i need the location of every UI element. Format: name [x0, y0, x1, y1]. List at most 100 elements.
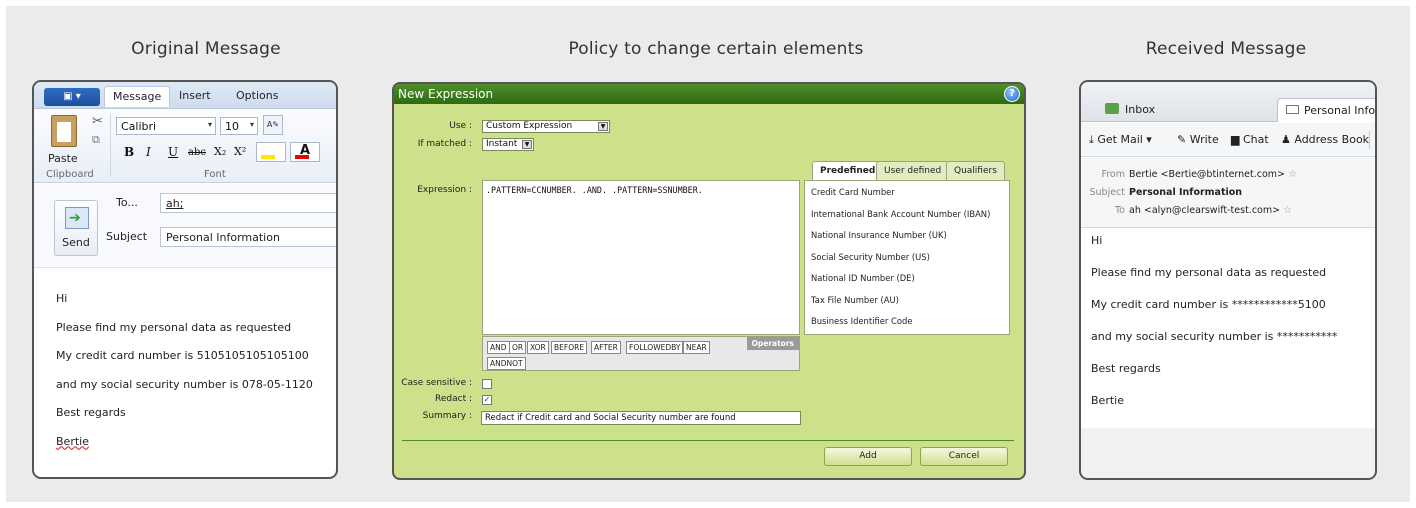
- message-header: From Bertie <Bertie@btinternet.com> ☆ Su…: [1081, 158, 1375, 228]
- body-line: Hi: [56, 292, 68, 305]
- if-matched-label: If matched :: [417, 139, 472, 149]
- message-body: Hi Please find my personal data as reque…: [1091, 234, 1371, 426]
- star-icon: ☆: [1288, 169, 1298, 180]
- body-line: and my social security number is *******…: [1091, 330, 1338, 343]
- operators-panel: AND OR XOR BEFORE AFTER FOLLOWEDBY NEAR …: [482, 336, 800, 371]
- tab-user-defined[interactable]: User defined: [876, 161, 950, 181]
- tab-message[interactable]: Message: [104, 86, 171, 107]
- operator-and[interactable]: AND: [487, 341, 510, 354]
- clipboard-icon[interactable]: [51, 115, 77, 147]
- clipboard-group-label: Clipboard: [46, 169, 94, 180]
- list-item[interactable]: International Bank Account Number (IBAN): [811, 209, 990, 219]
- ribbon-divider: [110, 113, 111, 177]
- to-value[interactable]: ah <alyn@clearswift-test.com> ☆: [1129, 205, 1292, 216]
- window-footer: [1081, 428, 1375, 478]
- ribbon-tab-bar: ▣ ▾ Message Insert Options: [34, 82, 336, 109]
- redact-checkbox[interactable]: ✓: [482, 395, 492, 405]
- font-color-icon[interactable]: A: [290, 142, 320, 162]
- predefined-list: Credit Card Number International Bank Ac…: [804, 180, 1010, 335]
- operator-xor[interactable]: XOR: [527, 341, 549, 354]
- subject-label: Subject: [1089, 187, 1125, 198]
- operator-near[interactable]: NEAR: [683, 341, 710, 354]
- body-line: Bertie: [1091, 394, 1124, 407]
- tab-options[interactable]: Options: [236, 89, 278, 102]
- subject-label: Subject: [106, 230, 148, 243]
- operators-label: Operators: [746, 337, 799, 350]
- from-value[interactable]: Bertie <Bertie@btinternet.com> ☆: [1129, 169, 1297, 180]
- case-sensitive-label: Case sensitive :: [401, 378, 472, 388]
- address-book-button[interactable]: ♟ Address Book: [1281, 133, 1369, 146]
- case-sensitive-checkbox[interactable]: [482, 379, 492, 389]
- star-icon: ☆: [1283, 205, 1293, 216]
- body-line: Please find my personal data as requeste…: [1091, 266, 1327, 279]
- original-message-title: Original Message: [131, 39, 281, 59]
- cut-icon[interactable]: ✂: [92, 114, 103, 129]
- bold-button[interactable]: B: [124, 145, 134, 159]
- add-button[interactable]: Add: [824, 447, 912, 466]
- copy-icon[interactable]: ⧉: [92, 133, 100, 147]
- styles-icon[interactable]: A✎: [263, 115, 283, 135]
- strikethrough-button[interactable]: abc: [188, 147, 206, 158]
- received-message-title: Received Message: [1145, 39, 1307, 59]
- body-line: My credit card number is ************510…: [1091, 298, 1326, 311]
- to-button[interactable]: To...: [116, 196, 138, 209]
- tab-inbox[interactable]: Inbox: [1097, 98, 1163, 122]
- body-line: My credit card number is 510510510510510…: [56, 349, 309, 362]
- use-label: Use :: [449, 121, 472, 131]
- font-size-select[interactable]: 10 ▾: [220, 117, 258, 135]
- expression-input[interactable]: .PATTERN=CCNUMBER. .AND. .PATTERN=SSNUMB…: [482, 180, 800, 335]
- operator-andnot[interactable]: ANDNOT: [487, 357, 526, 370]
- list-item[interactable]: Social Security Number (US): [811, 252, 930, 262]
- operator-before[interactable]: BEFORE: [551, 341, 588, 354]
- expression-label: Expression :: [417, 185, 472, 195]
- message-body[interactable]: Hi Please find my personal data as reque…: [56, 292, 336, 463]
- cancel-button[interactable]: Cancel: [920, 447, 1008, 466]
- thunderbird-tab-bar: Inbox Personal Inform: [1081, 82, 1375, 122]
- send-label: Send: [62, 236, 90, 249]
- thunderbird-toolbar: ⤓ Get Mail ▾ ✎ Write ▆ Chat ♟ Address Bo…: [1081, 123, 1375, 157]
- policy-title: Policy to change certain elements: [568, 39, 864, 59]
- summary-input[interactable]: Redact if Credit card and Social Securit…: [481, 411, 801, 425]
- underline-button[interactable]: U: [168, 145, 178, 159]
- list-item[interactable]: Business Identifier Code: [811, 316, 912, 326]
- body-line: and my social security number is 078-05-…: [56, 377, 313, 391]
- envelope-icon: [1286, 105, 1299, 114]
- operator-followedby[interactable]: FOLLOWEDBY: [626, 341, 684, 354]
- superscript-button[interactable]: X²: [234, 145, 246, 158]
- inbox-icon: [1105, 103, 1119, 114]
- subscript-button[interactable]: X₂: [214, 145, 226, 158]
- from-label: From: [1101, 169, 1125, 180]
- list-item[interactable]: National Insurance Number (UK): [811, 230, 947, 240]
- send-button[interactable]: Send: [54, 200, 98, 256]
- summary-label: Summary :: [422, 411, 472, 421]
- to-field[interactable]: ah;: [160, 193, 336, 213]
- get-mail-button[interactable]: ⤓ Get Mail ▾: [1089, 133, 1152, 147]
- file-menu-button[interactable]: ▣ ▾: [44, 88, 100, 106]
- use-select[interactable]: Custom Expression ▼: [482, 120, 610, 133]
- help-icon[interactable]: ?: [1004, 86, 1020, 102]
- operator-or[interactable]: OR: [509, 341, 527, 354]
- thunderbird-window: Inbox Personal Inform ⤓ Get Mail ▾ ✎ Wri…: [1079, 80, 1377, 480]
- tab-personal-information[interactable]: Personal Inform: [1277, 98, 1375, 122]
- to-label: To: [1114, 205, 1125, 216]
- font-family-select[interactable]: Calibri ▾: [116, 117, 216, 135]
- write-button[interactable]: ✎ Write: [1177, 133, 1219, 146]
- chat-button[interactable]: ▆ Chat: [1231, 133, 1269, 146]
- list-item[interactable]: Tax File Number (AU): [811, 295, 899, 305]
- highlight-icon[interactable]: [256, 142, 286, 162]
- send-icon: [65, 207, 89, 229]
- tab-insert[interactable]: Insert: [179, 89, 211, 102]
- redact-label: Redact :: [435, 394, 472, 404]
- dialog-title-bar: New Expression ?: [394, 84, 1024, 104]
- tab-qualifiers[interactable]: Qualifiers: [946, 161, 1005, 181]
- paste-label[interactable]: Paste: [48, 152, 78, 165]
- list-item[interactable]: Credit Card Number: [811, 187, 895, 197]
- if-matched-select[interactable]: Instant ▼: [482, 138, 534, 151]
- subject-field[interactable]: Personal Information: [160, 227, 336, 247]
- body-line: Hi: [1091, 234, 1103, 247]
- italic-button[interactable]: I: [146, 145, 151, 159]
- list-item[interactable]: National ID Number (DE): [811, 273, 915, 283]
- tab-predefined[interactable]: Predefined: [812, 161, 884, 181]
- compose-header: Send To... ah; Subject Personal Informat…: [34, 184, 336, 268]
- operator-after[interactable]: AFTER: [591, 341, 621, 354]
